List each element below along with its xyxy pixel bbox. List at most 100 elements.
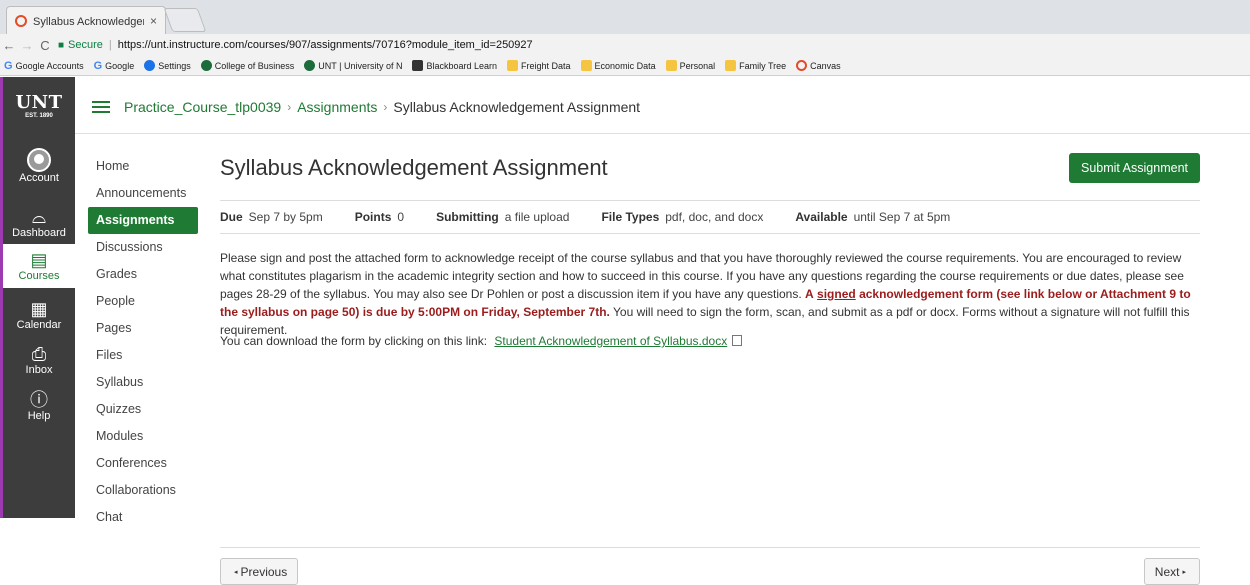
download-link[interactable]: Student Acknowledgement of Syllabus.docx (494, 334, 727, 348)
submit-assignment-button[interactable]: Submit Assignment (1069, 153, 1200, 183)
help-icon: ⓘ (30, 390, 48, 410)
nav-courses[interactable]: ▤ Courses (3, 244, 75, 288)
courses-icon: ▤ (30, 250, 48, 270)
unt-logo[interactable]: UNT EST. 1890 (3, 77, 75, 133)
bookmark-item[interactable]: Blackboard Learn (412, 60, 497, 71)
lock-icon: ■ (58, 39, 65, 51)
nav-label: Help (27, 410, 51, 422)
canvas-app: UNT EST. 1890 Account ⌓ Dashboard ▤ Cour… (0, 77, 1250, 585)
breadcrumb-assignments[interactable]: Assignments (297, 99, 377, 115)
assignment-content: Syllabus Acknowledgement Assignment Subm… (220, 153, 1200, 585)
bookmark-item[interactable]: Economic Data (580, 60, 656, 71)
bookmark-item[interactable]: Family Tree (725, 60, 786, 71)
bookmark-item[interactable]: G Google (93, 60, 135, 72)
points-info: Points 0 (354, 210, 405, 224)
previous-button[interactable]: ◂ Previous (220, 558, 299, 585)
folder-icon (665, 60, 677, 71)
course-nav: Home Announcements Assignments Discussions G… (88, 153, 198, 531)
course-nav-quizzes[interactable]: Quizzes (88, 396, 198, 423)
course-nav-pages[interactable]: Pages (88, 315, 198, 342)
bookmark-item[interactable]: Settings (144, 60, 191, 71)
next-button[interactable]: Next ▸ (1143, 558, 1200, 585)
google-icon: G (4, 60, 13, 72)
unt-icon (200, 60, 212, 71)
bookmarks-bar: G Google Accounts G Google Settings College o… (0, 56, 1250, 76)
nav-label: Calendar (16, 319, 62, 331)
course-nav-people[interactable]: People (88, 288, 198, 315)
course-nav-conferences[interactable]: Conferences (88, 450, 198, 477)
bookmark-label: Blackboard Learn (426, 60, 498, 71)
browser-tab[interactable]: Syllabus Acknowledgeme × (6, 6, 166, 34)
nav-calendar[interactable]: ▦ Calendar (3, 294, 75, 336)
bookmark-item[interactable]: Personal (665, 60, 716, 71)
breadcrumb: Practice_Course_tlp0039 › Assignments › … (92, 97, 640, 117)
course-nav-assignments[interactable]: Assignments (88, 207, 198, 234)
bookmark-label: Canvas (810, 60, 841, 71)
bookmark-item[interactable]: Canvas (796, 60, 841, 71)
google-icon: G (93, 60, 103, 72)
url-input[interactable]: https://unt.instructure.com/courses/907/… (118, 39, 533, 51)
course-nav-grades[interactable]: Grades (88, 261, 198, 288)
nav-help[interactable]: ⓘ Help (3, 385, 75, 427)
chevron-right-icon: › (287, 100, 292, 114)
footer-divider (220, 547, 1200, 548)
download-line: You can download the form by clicking on… (220, 334, 743, 348)
assignment-description: Please sign and post the attached form t… (220, 251, 1191, 337)
chevron-left-icon: ◂ (234, 568, 238, 576)
assignment-details: Due Sep 7 by 5pm Points 0 Submitting a file… (220, 200, 1200, 234)
filetypes-info: File Types pdf, doc, and docx (601, 210, 764, 224)
bookmark-label: Google (105, 60, 135, 71)
logo-subtext: EST. 1890 (25, 112, 53, 119)
reload-icon[interactable]: C (36, 38, 54, 53)
gear-icon (144, 60, 156, 71)
course-nav-home[interactable]: Home (88, 153, 198, 180)
download-text: You can download the form by clicking on… (220, 334, 488, 348)
bookmark-label: Personal (679, 60, 716, 71)
course-nav-announcements[interactable]: Announcements (88, 180, 198, 207)
bookmark-label: UNT | University of N (318, 60, 403, 71)
back-arrow-icon[interactable]: ← (0, 38, 18, 53)
global-nav: UNT EST. 1890 Account ⌓ Dashboard ▤ Cour… (0, 77, 75, 518)
nav-label: Dashboard (12, 227, 66, 239)
forward-arrow-icon[interactable]: → (18, 38, 36, 53)
course-nav-discussions[interactable]: Discussions (88, 234, 198, 261)
course-nav-syllabus[interactable]: Syllabus (88, 369, 198, 396)
bookmark-item[interactable]: Freight Data (507, 60, 571, 71)
breadcrumb-course[interactable]: Practice_Course_tlp0039 (124, 99, 281, 115)
bookmark-label: Family Tree (739, 60, 787, 71)
logo-text: UNT (15, 91, 63, 113)
bookmark-item[interactable]: UNT | University of N (304, 60, 402, 71)
bookmark-item[interactable]: G Google Accounts (4, 60, 84, 72)
new-tab-button[interactable] (163, 8, 207, 32)
canvas-favicon-icon (15, 14, 27, 27)
course-nav-files[interactable]: Files (88, 342, 198, 369)
nav-dashboard[interactable]: ⌓ Dashboard (3, 202, 75, 244)
nav-label: Inbox (25, 364, 53, 376)
bookmark-item[interactable]: College of Business (200, 60, 295, 71)
page-title: Syllabus Acknowledgement Assignment (220, 155, 608, 180)
account-icon (27, 148, 51, 172)
blackboard-icon (412, 60, 424, 71)
bookmark-label: Economic Data (594, 60, 656, 71)
menu-icon[interactable] (92, 101, 110, 113)
tab-close-icon[interactable]: × (150, 14, 157, 28)
submitting-info: Submitting a file upload (436, 210, 570, 224)
address-bar: ← → C ■ Secure | https://unt.instructure… (0, 34, 1250, 56)
chevron-right-icon: › (383, 100, 388, 114)
nav-account[interactable]: Account (3, 141, 75, 191)
chevron-right-icon: ▸ (1182, 568, 1186, 576)
bookmark-label: Freight Data (521, 60, 571, 71)
course-nav-modules[interactable]: Modules (88, 423, 198, 450)
unt-icon (304, 60, 316, 71)
secure-label: Secure (68, 39, 103, 51)
calendar-icon: ▦ (30, 299, 48, 319)
bookmark-label: College of Business (214, 60, 295, 71)
nav-inbox[interactable]: ⎙ Inbox (3, 339, 75, 381)
header-divider (75, 133, 1250, 134)
nav-label: Courses (18, 270, 60, 282)
preview-document-icon[interactable] (732, 335, 743, 346)
course-nav-collaborations[interactable]: Collaborations (88, 477, 198, 504)
bookmark-label: Settings (158, 60, 191, 71)
bookmark-label: Google Accounts (15, 60, 84, 71)
divider: | (108, 39, 112, 51)
